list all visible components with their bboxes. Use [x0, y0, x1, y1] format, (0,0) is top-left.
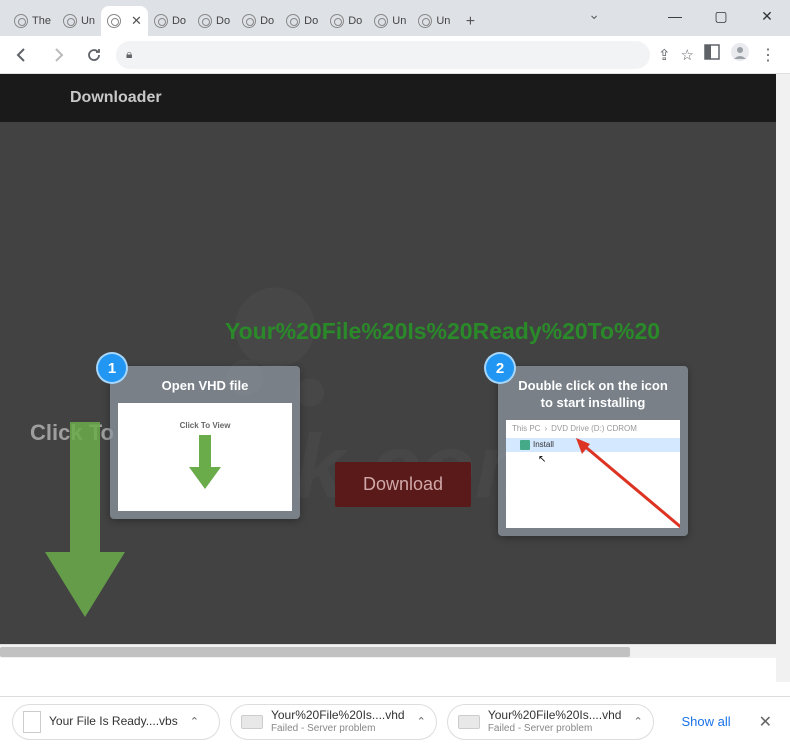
- globe-icon: [154, 14, 168, 28]
- scrollbar-thumb[interactable]: [0, 647, 630, 657]
- tab[interactable]: Un: [368, 6, 412, 36]
- step-badge: 2: [484, 352, 516, 384]
- tab[interactable]: Do: [148, 6, 192, 36]
- maximize-button[interactable]: ▢: [698, 0, 744, 32]
- minimize-button[interactable]: —: [652, 0, 698, 32]
- globe-icon: [418, 14, 432, 28]
- download-item[interactable]: Your File Is Ready....vbs ⌃: [12, 704, 220, 740]
- lock-icon: 🔒︎: [126, 47, 132, 62]
- step-title: Open VHD file: [118, 374, 292, 403]
- disk-icon: [241, 715, 263, 729]
- globe-icon: [107, 14, 121, 28]
- file-icon: [23, 711, 41, 733]
- vertical-scrollbar[interactable]: [776, 74, 790, 682]
- globe-icon: [374, 14, 388, 28]
- share-icon[interactable]: ⇪: [658, 46, 671, 64]
- close-window-button[interactable]: ✕: [744, 0, 790, 32]
- close-tab-icon[interactable]: ✕: [131, 13, 142, 29]
- globe-icon: [14, 14, 28, 28]
- tab-active[interactable]: ✕: [101, 6, 148, 36]
- globe-icon: [286, 14, 300, 28]
- browser-toolbar: 🔒︎ ⇪ ☆ ⋮: [0, 36, 790, 74]
- tab[interactable]: Do: [324, 6, 368, 36]
- address-bar[interactable]: 🔒︎: [116, 41, 650, 69]
- downloads-bar: Your File Is Ready....vbs ⌃ Your%20File%…: [0, 696, 790, 746]
- down-arrow-icon: [187, 435, 223, 496]
- disk-icon: [458, 715, 480, 729]
- download-item[interactable]: Your%20File%20Is....vhdFailed - Server p…: [230, 704, 437, 740]
- step-thumbnail: Click To View: [118, 403, 292, 511]
- tab[interactable]: Do: [280, 6, 324, 36]
- close-downloads-icon[interactable]: ✕: [753, 712, 778, 732]
- download-button[interactable]: Download: [335, 462, 471, 507]
- step-card-1: 1 Open VHD file Click To View: [110, 366, 300, 519]
- step-badge: 1: [96, 352, 128, 384]
- breadcrumb: This PC›DVD Drive (D:) CDROM: [510, 424, 639, 433]
- installer-icon: [520, 440, 530, 450]
- step-card-2: 2 Double click on the icon to start inst…: [498, 366, 688, 536]
- chevron-up-icon[interactable]: ⌃: [190, 715, 199, 728]
- page-title: Downloader: [0, 74, 790, 122]
- forward-button[interactable]: [44, 41, 72, 69]
- show-all-button[interactable]: Show all: [669, 708, 742, 735]
- globe-icon: [63, 14, 77, 28]
- tab[interactable]: Un: [412, 6, 456, 36]
- step-title: Double click on the icon to start instal…: [506, 374, 680, 420]
- tab[interactable]: Do: [236, 6, 280, 36]
- bookmark-icon[interactable]: ☆: [681, 46, 694, 64]
- globe-icon: [242, 14, 256, 28]
- profile-icon[interactable]: [730, 42, 750, 67]
- globe-icon: [330, 14, 344, 28]
- step-thumbnail: This PC›DVD Drive (D:) CDROM Install ↖: [506, 420, 680, 528]
- back-button[interactable]: [8, 41, 36, 69]
- tab[interactable]: Un: [57, 6, 101, 36]
- download-item[interactable]: Your%20File%20Is....vhdFailed - Server p…: [447, 704, 654, 740]
- menu-icon[interactable]: ⋮: [760, 45, 776, 65]
- tab[interactable]: The: [8, 6, 57, 36]
- main-heading: Your%20File%20Is%20Ready%20To%20: [225, 318, 660, 345]
- tab[interactable]: Do: [192, 6, 236, 36]
- cursor-icon: ↖: [538, 454, 546, 465]
- reload-button[interactable]: [80, 41, 108, 69]
- side-panel-icon[interactable]: [704, 44, 720, 65]
- page-content: Downloader sk.com Your%20File%20Is%20Rea…: [0, 74, 790, 658]
- tab-overflow-chevron[interactable]: ⌄: [588, 6, 600, 23]
- new-tab-button[interactable]: +: [456, 8, 484, 36]
- globe-icon: [198, 14, 212, 28]
- chevron-up-icon[interactable]: ⌃: [633, 715, 642, 728]
- chevron-up-icon[interactable]: ⌃: [417, 715, 426, 728]
- horizontal-scrollbar[interactable]: ▸: [0, 644, 790, 658]
